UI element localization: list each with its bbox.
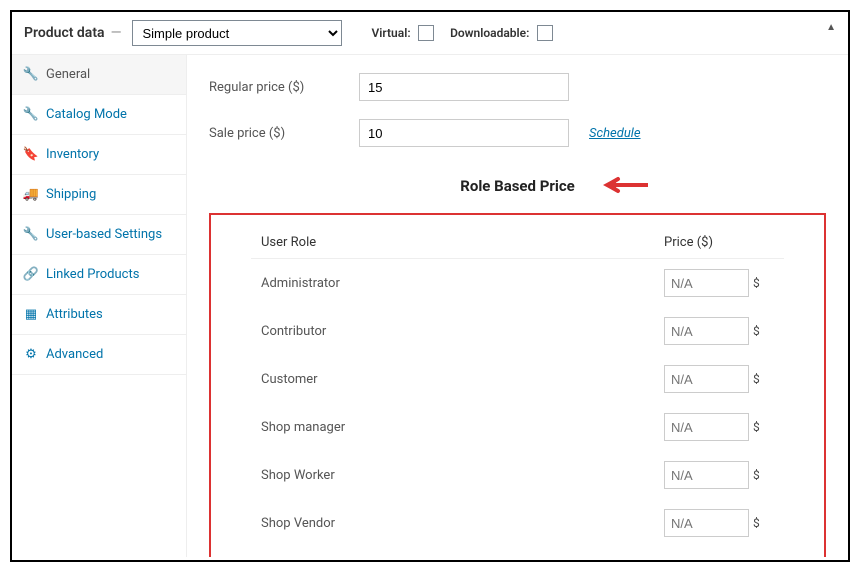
product-data-panel: Product data — Simple product Virtual: D…: [10, 10, 850, 562]
role-price-input[interactable]: [664, 317, 749, 345]
role-name: Shop Worker: [261, 468, 664, 483]
collapse-icon[interactable]: ▲: [826, 22, 836, 33]
schedule-link[interactable]: Schedule: [589, 126, 641, 141]
panel-header: Product data — Simple product Virtual: D…: [12, 12, 848, 55]
link-icon: 🔗: [24, 267, 38, 282]
sidebar-item-attributes[interactable]: ▦ Attributes: [12, 295, 186, 335]
sidebar-item-user-based-settings[interactable]: 🔧 User-based Settings: [12, 215, 186, 255]
downloadable-checkbox[interactable]: [537, 25, 553, 41]
list-icon: ▦: [24, 307, 38, 322]
regular-price-input[interactable]: [359, 73, 569, 101]
wrench-icon: 🔧: [24, 67, 38, 82]
sidebar-item-label: Catalog Mode: [46, 107, 127, 122]
table-row: Administrator $: [251, 259, 784, 307]
sidebar-item-label: Shipping: [46, 187, 96, 202]
sale-price-input[interactable]: [359, 119, 569, 147]
virtual-checkbox[interactable]: [418, 25, 434, 41]
sidebar: 🔧 General 🔧 Catalog Mode 🔖 Inventory 🚚 S…: [12, 55, 187, 557]
sidebar-item-linked-products[interactable]: 🔗 Linked Products: [12, 255, 186, 295]
tag-icon: 🔖: [24, 147, 38, 162]
table-row: Contributor $: [251, 307, 784, 355]
sidebar-item-label: User-based Settings: [46, 227, 162, 242]
sidebar-item-label: Linked Products: [46, 267, 139, 282]
downloadable-label: Downloadable:: [450, 26, 529, 40]
sidebar-item-inventory[interactable]: 🔖 Inventory: [12, 135, 186, 175]
table-row: Shop manager $: [251, 403, 784, 451]
sidebar-item-general[interactable]: 🔧 General: [12, 55, 186, 95]
role-price-input[interactable]: [664, 269, 749, 297]
sidebar-item-label: Advanced: [46, 347, 103, 362]
role-price-input[interactable]: [664, 461, 749, 489]
sidebar-item-label: General: [46, 67, 90, 82]
role-name: Administrator: [261, 276, 664, 291]
sidebar-item-label: Attributes: [46, 307, 103, 322]
truck-icon: 🚚: [24, 187, 38, 202]
role-price-table: User Role Price ($) Administrator $ Cont…: [209, 213, 826, 557]
table-row: Shop Worker $: [251, 451, 784, 499]
col-price: Price ($): [664, 235, 774, 250]
arrow-icon: [598, 175, 648, 199]
table-row: Shop Vendor $: [251, 499, 784, 547]
role-price-input[interactable]: [664, 413, 749, 441]
virtual-label: Virtual:: [372, 26, 411, 40]
wrench-icon: 🔧: [24, 227, 38, 242]
role-based-price-heading: Role Based Price: [209, 177, 826, 195]
sidebar-item-catalog-mode[interactable]: 🔧 Catalog Mode: [12, 95, 186, 135]
role-price-input[interactable]: [664, 365, 749, 393]
product-type-select[interactable]: Simple product: [132, 20, 342, 46]
sidebar-item-label: Inventory: [46, 147, 99, 162]
role-name: Shop Vendor: [261, 516, 664, 531]
main-content: Regular price ($) Sale price ($) Schedul…: [187, 55, 848, 557]
sidebar-item-advanced[interactable]: ⚙ Advanced: [12, 335, 186, 375]
col-user-role: User Role: [261, 235, 664, 250]
regular-price-label: Regular price ($): [209, 80, 359, 95]
role-name: Customer: [261, 372, 664, 387]
role-name: Shop manager: [261, 420, 664, 435]
header-options: Virtual: Downloadable:: [372, 25, 553, 41]
wrench-icon: 🔧: [24, 107, 38, 122]
sidebar-item-shipping[interactable]: 🚚 Shipping: [12, 175, 186, 215]
role-price-input[interactable]: [664, 509, 749, 537]
table-row: Customer $: [251, 355, 784, 403]
sale-price-label: Sale price ($): [209, 126, 359, 141]
gear-icon: ⚙: [24, 347, 38, 362]
role-name: Contributor: [261, 324, 664, 339]
panel-title: Product data: [24, 25, 105, 41]
